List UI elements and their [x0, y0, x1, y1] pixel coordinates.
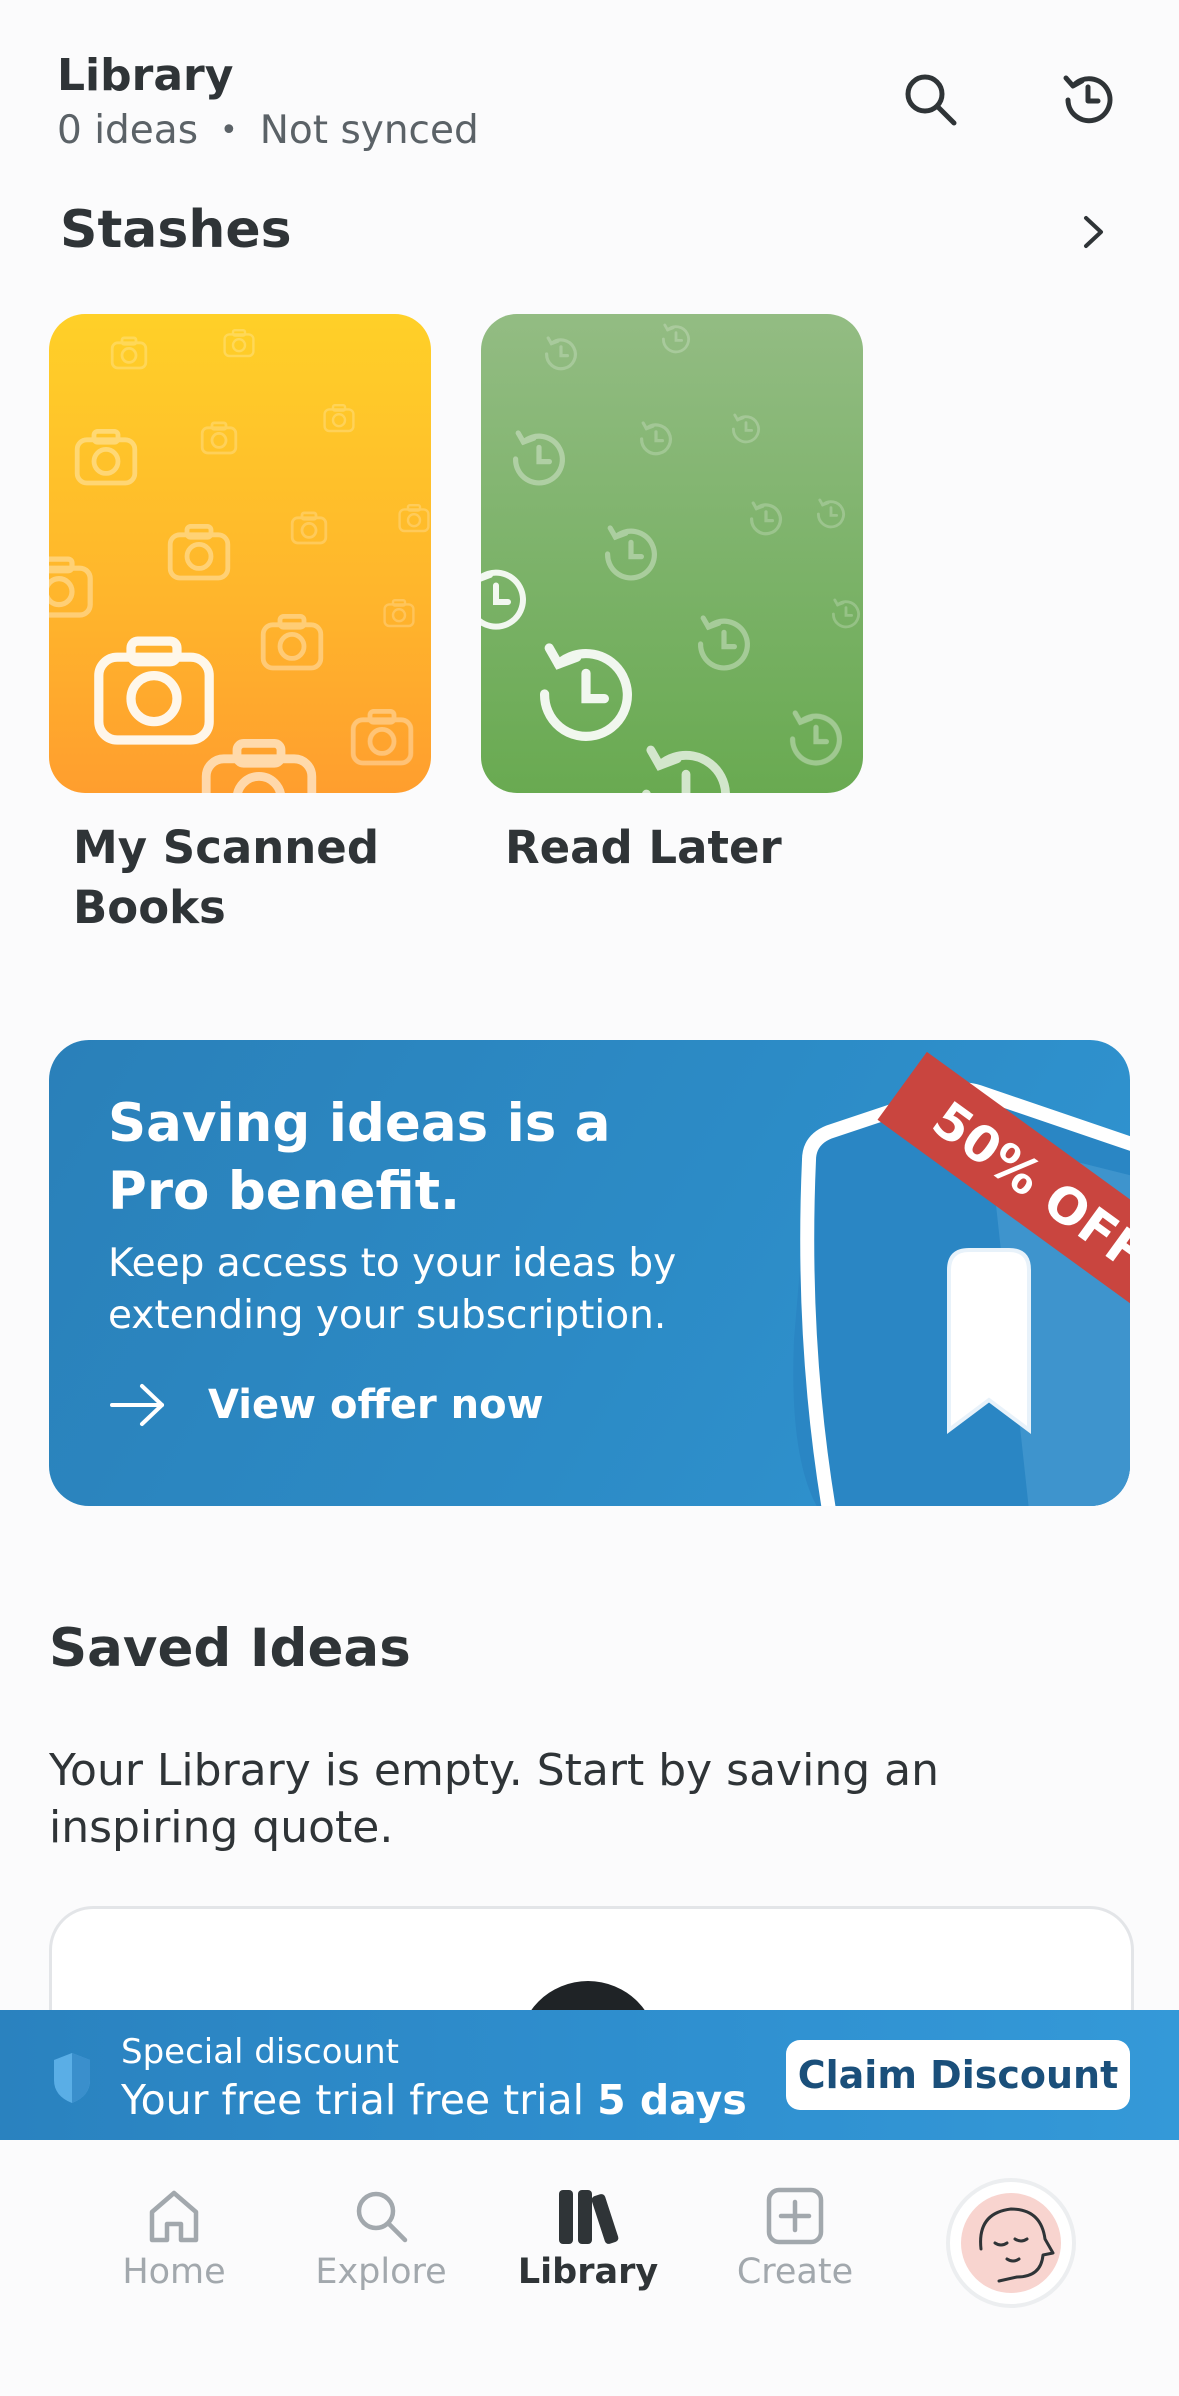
stashes-title: Stashes [60, 200, 292, 260]
home-icon [149, 2190, 199, 2243]
separator-dot: • [220, 113, 238, 148]
page-title: Library [57, 50, 234, 101]
stash-card-scanned-books[interactable] [49, 314, 431, 793]
nav-create[interactable]: Create [710, 2186, 880, 2292]
discount-text: Your free trial free trial 5 days [121, 2076, 747, 2124]
stash-label-read-later[interactable]: Read Later [505, 818, 782, 878]
ideas-count: 0 ideas [57, 108, 199, 153]
discount-days: 5 days [597, 2076, 747, 2124]
library-status: 0 ideas • Not synced [57, 108, 479, 153]
claim-discount-button[interactable]: Claim Discount [786, 2040, 1130, 2110]
promo-description: Keep access to your ideas by extending y… [108, 1241, 677, 1338]
nav-library[interactable]: Library [503, 2186, 673, 2292]
discount-text-prefix: Your free trial free trial [121, 2076, 585, 2124]
bottom-nav: Home Explore Library Create [0, 2140, 1179, 2396]
chevron-right-icon[interactable] [1068, 206, 1120, 258]
special-discount-banner[interactable]: Special discount Your free trial free tr… [0, 2010, 1179, 2140]
empty-library-message: Your Library is empty. Start by saving a… [49, 1745, 939, 1853]
plus-square-icon [766, 2187, 824, 2245]
library-icon [559, 2190, 619, 2244]
stash-card-read-later[interactable] [481, 314, 863, 793]
nav-explore-label: Explore [315, 2252, 447, 2292]
sync-status: Not synced [259, 108, 479, 153]
nav-home-label: Home [122, 2252, 226, 2292]
search-icon [356, 2191, 408, 2243]
history-button[interactable] [1052, 64, 1124, 136]
nav-library-label: Library [517, 2252, 659, 2292]
profile-button[interactable] [946, 2178, 1076, 2308]
pro-offer-banner[interactable]: Saving ideas is a Pro benefit. Keep acce… [49, 1040, 1130, 1506]
shield-icon [54, 2053, 90, 2103]
search-icon [905, 74, 957, 126]
nav-create-label: Create [736, 2252, 854, 2292]
discount-shield-icon: 50% OFF [793, 1051, 1130, 1506]
clock-arrow-icon [481, 323, 860, 793]
promo-title: Saving ideas is a Pro benefit. [108, 1093, 611, 1222]
nav-home[interactable]: Home [89, 2186, 259, 2292]
view-offer-button[interactable]: View offer now [108, 1380, 544, 1430]
stash-label-scanned-books[interactable]: My Scanned Books [73, 818, 413, 938]
discount-label: Special discount [121, 2032, 399, 2072]
saved-ideas-title: Saved Ideas [49, 1618, 411, 1679]
avatar [961, 2193, 1061, 2293]
search-button[interactable] [895, 64, 967, 136]
camera-icon [49, 329, 430, 793]
arrow-right-icon [110, 1384, 164, 1426]
nav-explore[interactable]: Explore [296, 2186, 466, 2292]
history-icon [1063, 75, 1113, 124]
view-offer-label: View offer now [208, 1382, 544, 1428]
